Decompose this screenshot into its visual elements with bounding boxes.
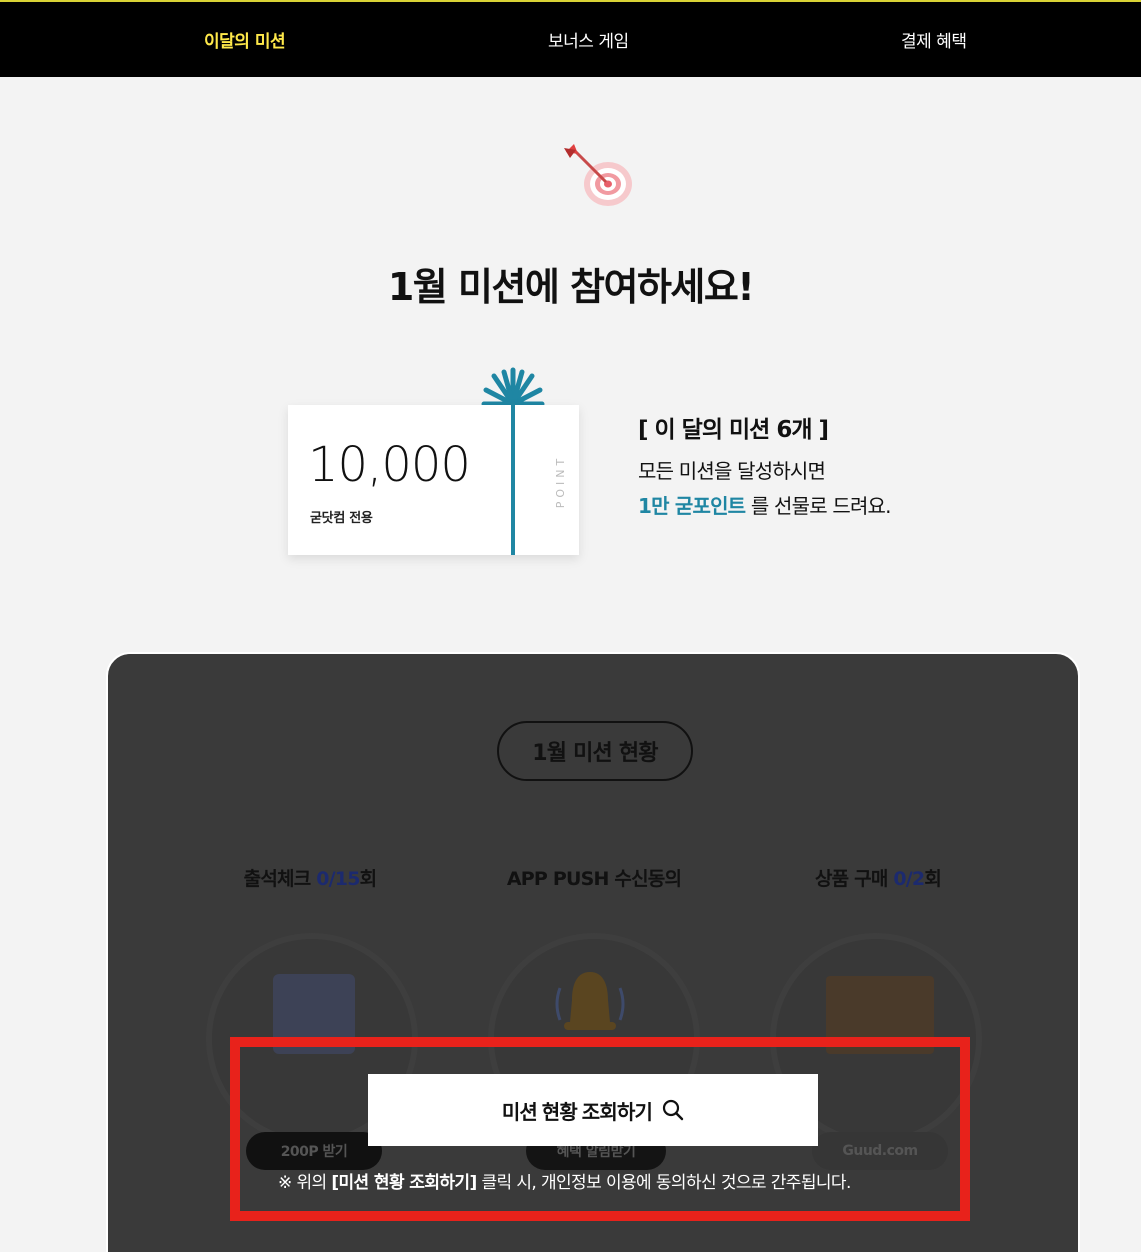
mission-push-title: APP PUSH 수신동의 — [464, 864, 724, 891]
point-card-subtitle: 굳닷컴 전용 — [310, 511, 373, 526]
mission-attendance-title: 출석체크 0/15회 — [180, 864, 440, 891]
point-amount: 10,000 — [308, 437, 471, 493]
mission-count-title: [ 이 달의 미션 6개 ] — [638, 417, 829, 443]
mission-count: 0/2 — [893, 868, 925, 890]
mission-desc-line2: 1만 굳포인트 를 선물로 드려요. — [638, 490, 892, 519]
point-vertical-label: POINT — [554, 454, 568, 509]
tab-payment-benefits[interactable]: 결제 혜택 — [901, 27, 967, 52]
search-icon — [663, 1099, 684, 1121]
tab-bonus-game[interactable]: 보너스 게임 — [548, 27, 629, 52]
mission-name: 상품 구매 — [814, 868, 894, 890]
mission-desc-line2-rest: 를 선물로 드려요. — [745, 494, 892, 518]
mission-name: APP PUSH 수신동의 — [506, 868, 682, 890]
notice-suffix: 클릭 시, 개인정보 이용에 동의하신 것으로 간주됩니다. — [476, 1173, 851, 1193]
reward-highlight: 1만 굳포인트 — [638, 494, 746, 518]
mission-status-pill: 1월 미션 현황 — [497, 721, 693, 781]
mission-count: 0/15 — [316, 868, 360, 890]
lookup-button-label: 미션 현황 조회하기 — [501, 1101, 653, 1124]
point-gift-card: 10,000 굳닷컴 전용 POINT — [288, 404, 579, 555]
dart-target-icon — [564, 144, 632, 206]
notice-bold: [미션 현황 조회하기] — [331, 1173, 477, 1193]
ribbon-stripe — [511, 404, 515, 555]
notice-prefix: ※ 위의 — [278, 1173, 332, 1193]
privacy-notice: ※ 위의 [미션 현황 조회하기] 클릭 시, 개인정보 이용에 동의하신 것으… — [278, 1168, 851, 1193]
page-headline: 1월 미션에 참여하세요! — [387, 265, 755, 309]
top-nav-bar: 이달의 미션 보너스 게임 결제 혜택 — [0, 0, 1141, 77]
mission-purchase-title: 상품 구매 0/2회 — [748, 864, 1008, 891]
mission-status-lookup-button[interactable]: 미션 현황 조회하기 — [368, 1074, 818, 1146]
mission-name: 출석체크 — [243, 868, 317, 890]
tab-monthly-mission[interactable]: 이달의 미션 — [204, 27, 286, 52]
bell-icon — [555, 972, 625, 1030]
mission-suffix: 회 — [359, 868, 377, 890]
mission-desc-line1: 모든 미션을 달성하시면 — [638, 459, 826, 483]
mission-suffix: 회 — [924, 868, 942, 890]
